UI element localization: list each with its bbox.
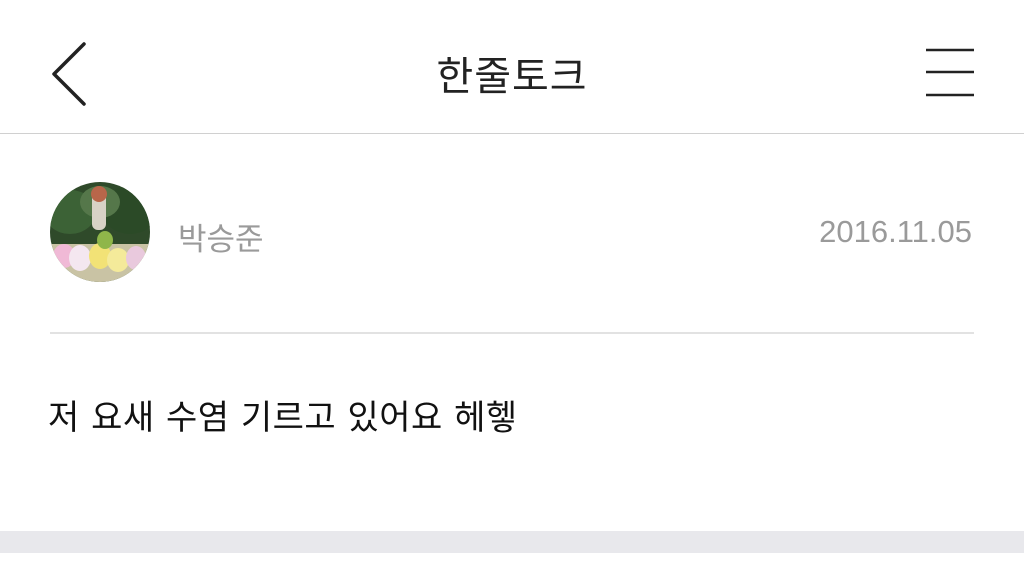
post-meta: 박승준 2016.11.05 — [0, 134, 1024, 334]
avatar-image — [50, 182, 150, 282]
post-body: 저 요새 수염 기르고 있어요 헤헿 — [48, 398, 518, 438]
post-date: 2016.11.05 — [819, 214, 972, 249]
menu-button[interactable] — [918, 46, 982, 102]
avatar[interactable] — [50, 182, 150, 282]
hamburger-menu-icon — [926, 48, 974, 97]
section-separator — [0, 531, 1024, 553]
footer-area — [0, 553, 1024, 577]
divider — [50, 332, 974, 334]
author-name[interactable]: 박승준 — [178, 214, 264, 259]
page-title: 한줄토크 — [436, 54, 588, 100]
top-bar: 한줄토크 — [0, 0, 1024, 134]
screen: 한줄토크 박승준 2016.11.05 저 요새 수염 기르고 있어요 헤헿 — [0, 0, 1024, 577]
